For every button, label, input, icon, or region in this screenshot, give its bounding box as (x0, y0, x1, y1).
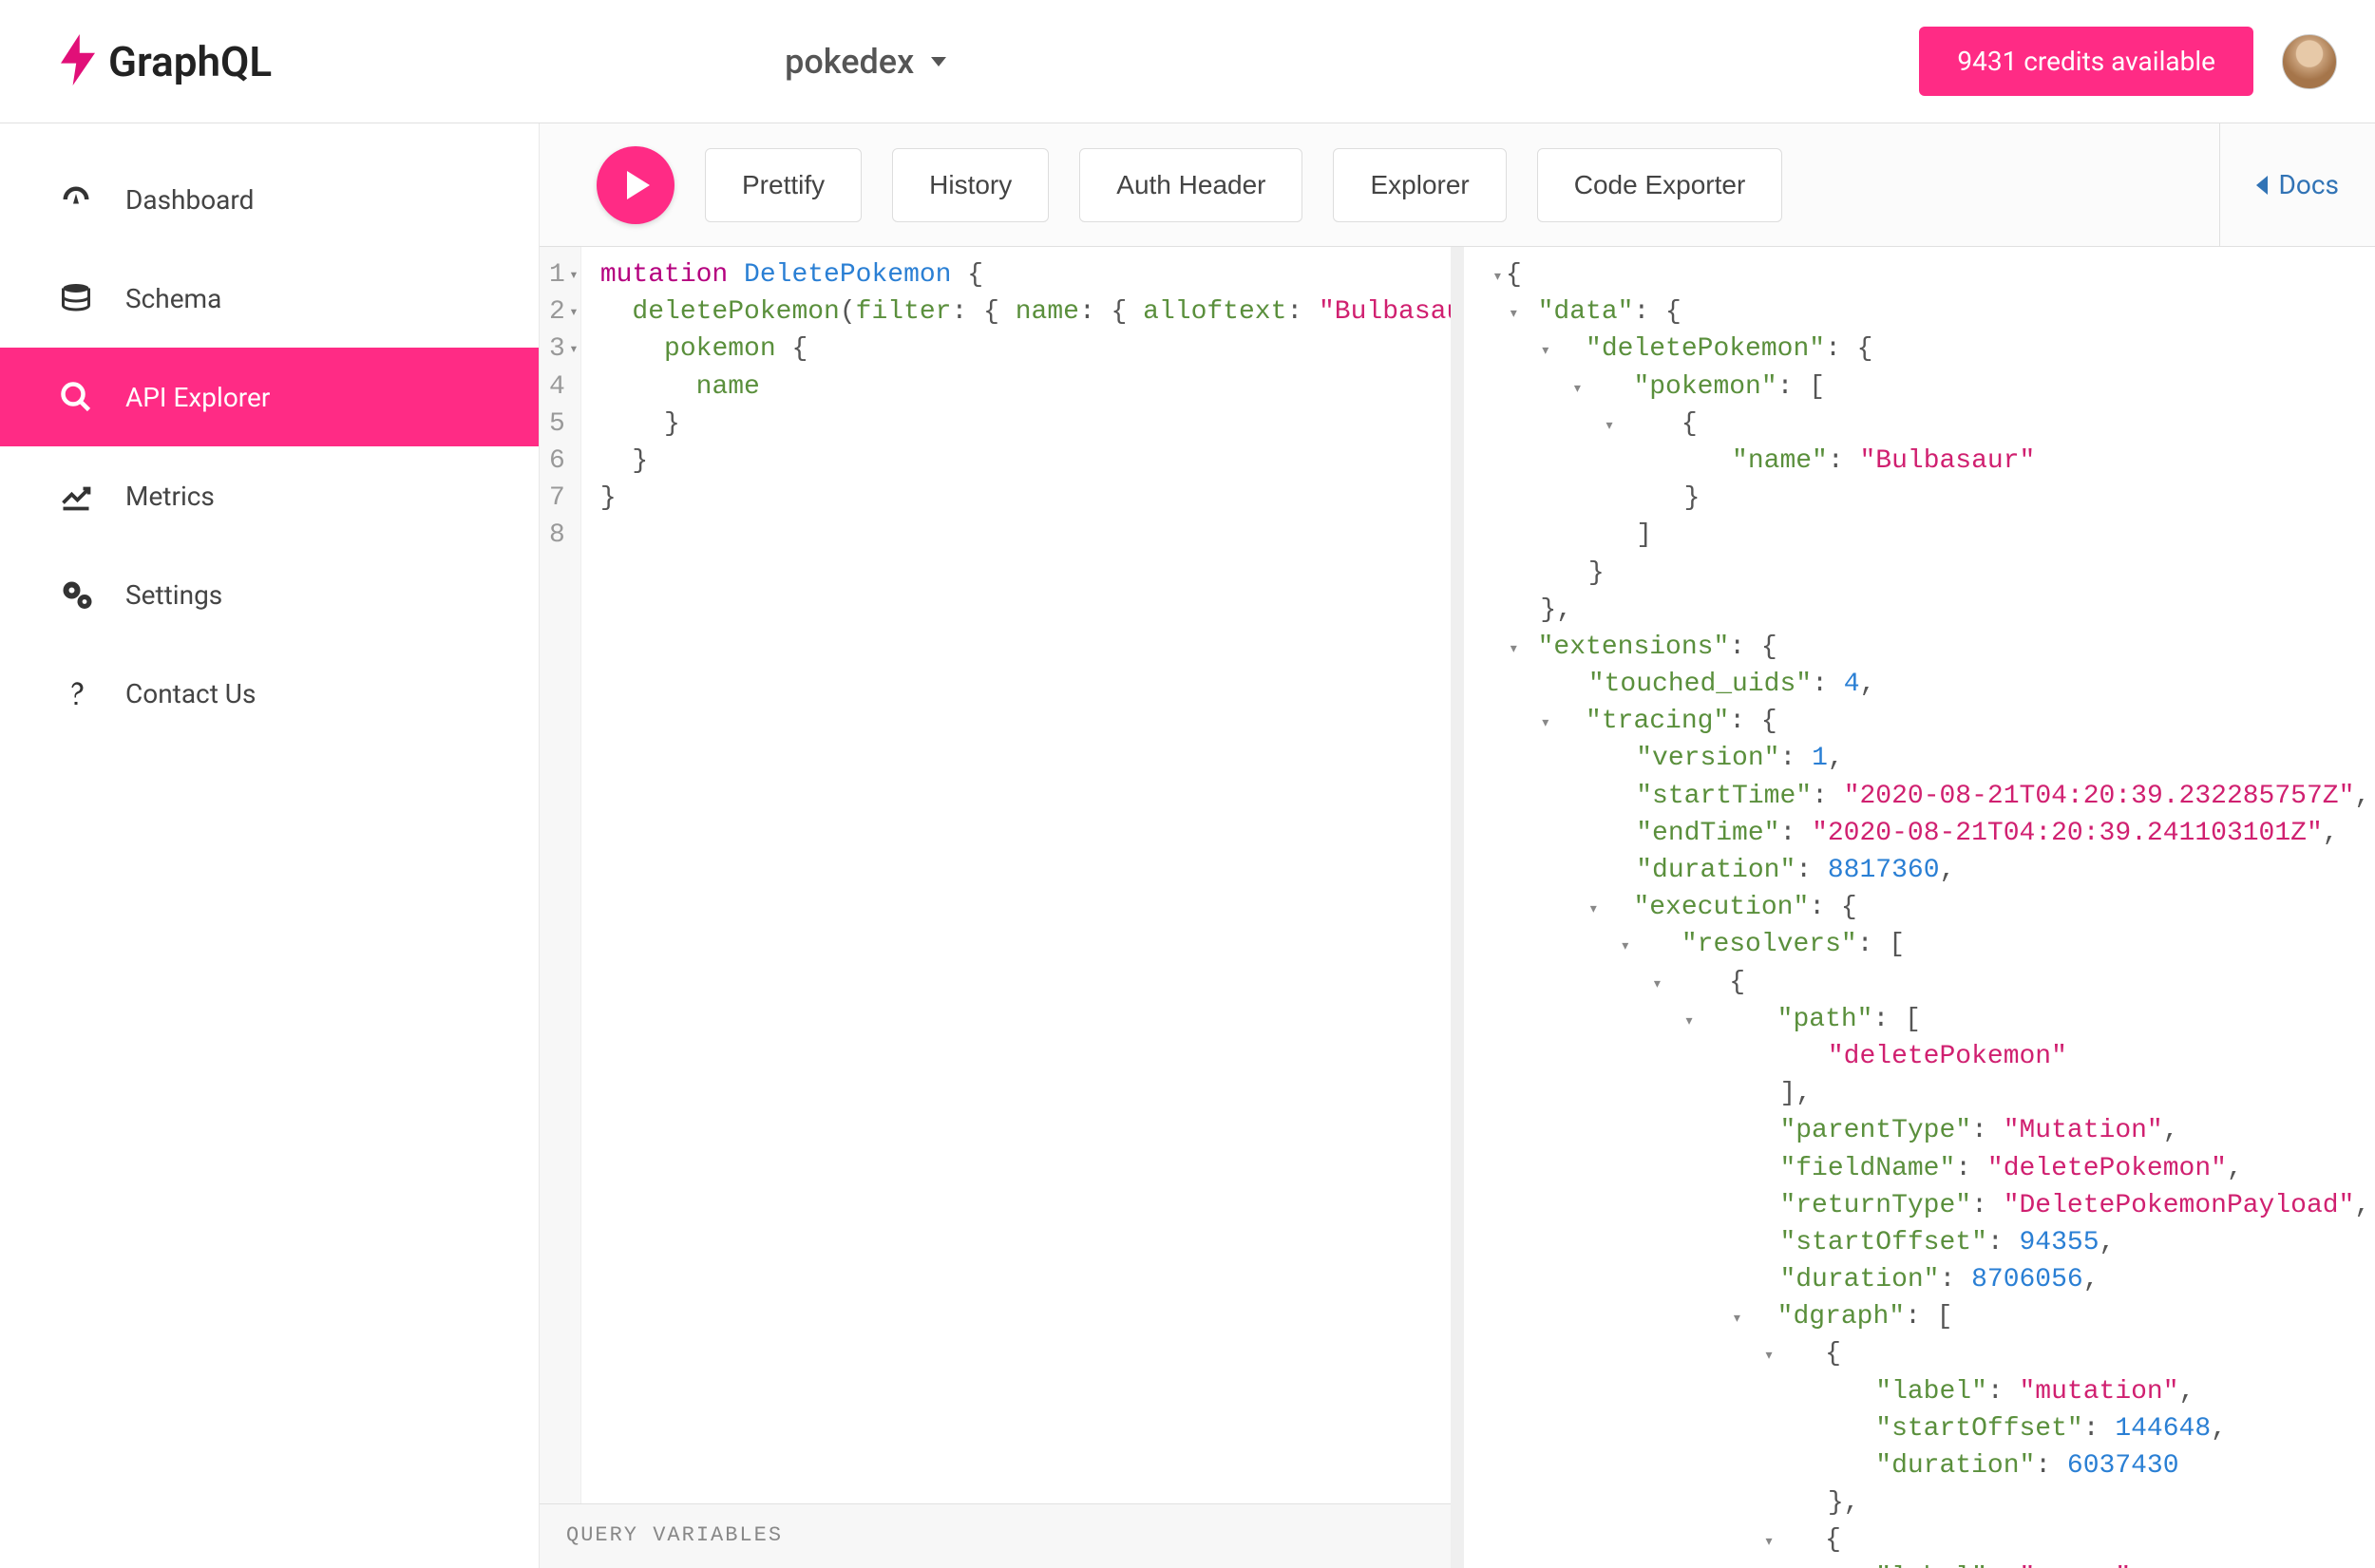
avatar[interactable] (2282, 34, 2337, 89)
run-query-button[interactable] (597, 146, 674, 224)
credits-button[interactable]: 9431 credits available (1919, 27, 2253, 96)
logo: GraphQL (57, 34, 272, 89)
query-editor[interactable]: 1▾2▾3▾45678 mutation DeletePokemon { del… (540, 247, 1464, 1568)
sidebar-item-label: Metrics (125, 481, 215, 512)
sidebar-item-settings[interactable]: Settings (0, 545, 539, 644)
lightning-icon (57, 34, 99, 89)
sidebar-item-api-explorer[interactable]: API Explorer (0, 348, 539, 446)
metrics-icon (57, 477, 95, 515)
sidebar-item-label: Schema (125, 283, 221, 314)
query-code[interactable]: mutation DeletePokemon { deletePokemon(f… (581, 247, 1451, 1503)
play-icon (627, 171, 650, 199)
query-variables-bar[interactable]: Query Variables (540, 1503, 1451, 1568)
code-exporter-button[interactable]: Code Exporter (1537, 148, 1783, 222)
line-gutter: 1▾2▾3▾45678 (540, 247, 581, 1503)
top-header: GraphQL pokedex 9431 credits available (0, 0, 2375, 123)
settings-icon (57, 576, 95, 614)
search-icon (57, 378, 95, 416)
schema-icon (57, 279, 95, 317)
auth-header-button[interactable]: Auth Header (1079, 148, 1302, 222)
sidebar-item-label: Settings (125, 579, 222, 611)
history-button[interactable]: History (892, 148, 1049, 222)
caret-down-icon (931, 57, 946, 66)
docs-toggle[interactable]: Docs (2219, 123, 2375, 246)
sidebar-item-dashboard[interactable]: Dashboard (0, 150, 539, 249)
result-code: ▾{ ▾ "data": { ▾ "deletePokemon": { ▾ "p… (1464, 247, 2375, 1568)
project-dropdown[interactable]: pokedex (785, 42, 946, 82)
sidebar-item-contact-us[interactable]: Contact Us (0, 644, 539, 743)
project-name: pokedex (785, 42, 914, 82)
help-icon (57, 674, 95, 712)
result-viewer[interactable]: ▾{ ▾ "data": { ▾ "deletePokemon": { ▾ "p… (1464, 247, 2375, 1568)
sidebar-item-schema[interactable]: Schema (0, 249, 539, 348)
sidebar-item-metrics[interactable]: Metrics (0, 446, 539, 545)
explorer-button[interactable]: Explorer (1333, 148, 1506, 222)
sidebar: Dashboard Schema API Explorer Metrics Se… (0, 123, 540, 1568)
logo-text: GraphQL (108, 37, 272, 86)
graphiql-toolbar: Prettify History Auth Header Explorer Co… (540, 123, 2375, 247)
dashboard-icon (57, 180, 95, 218)
sidebar-item-label: Contact Us (125, 678, 256, 709)
sidebar-item-label: API Explorer (125, 382, 270, 413)
chevron-left-icon (2256, 176, 2268, 195)
sidebar-item-label: Dashboard (125, 184, 254, 216)
prettify-button[interactable]: Prettify (705, 148, 862, 222)
docs-label: Docs (2279, 169, 2339, 200)
